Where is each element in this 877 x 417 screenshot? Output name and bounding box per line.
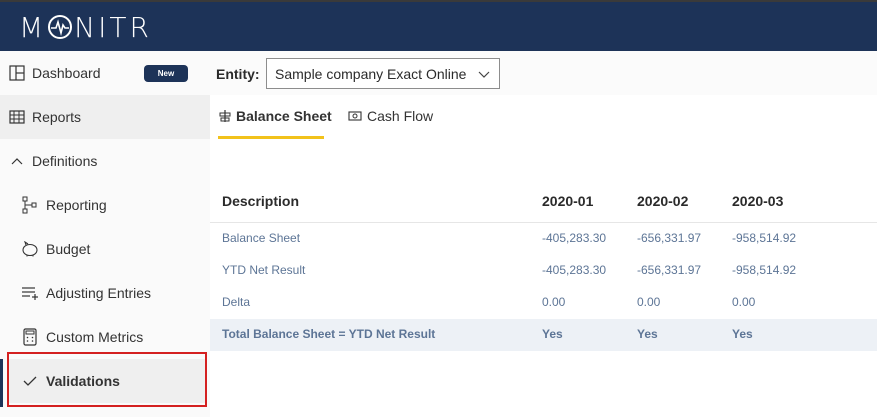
tab-label: Balance Sheet [236,108,332,124]
top-bar: M NITR [0,0,877,51]
column-header-2020-03[interactable]: 2020-03 [732,193,783,209]
tab-balance-sheet[interactable]: Balance Sheet [219,108,332,124]
piggy-bank-icon [21,240,39,258]
sidebar-item-dashboard[interactable]: Dashboard New [0,51,210,95]
table-cell: -958,514.92 [732,231,797,245]
table-cell: Total Balance Sheet = YTD Net Result [222,327,436,341]
table-cell: Yes [637,327,658,341]
list-add-icon [21,284,39,302]
sidebar-item-label: Dashboard [32,65,101,81]
monitr-logo[interactable]: M NITR [19,10,152,44]
balance-icon [219,109,231,123]
table-cell: YTD Net Result [222,263,306,277]
tab-label: Cash Flow [367,108,434,124]
logo-letter-m: M [19,10,47,44]
table-cell: -405,283.30 [542,263,607,277]
sidebar-item-label: Custom Metrics [46,329,144,345]
table-cell: -405,283.30 [542,231,607,245]
money-icon [348,110,362,122]
sidebar-item-reporting[interactable]: Reporting [0,183,210,227]
hierarchy-icon [21,196,39,214]
sidebar-item-definitions[interactable]: Definitions [0,139,210,183]
sidebar-item-adjusting-entries[interactable]: Adjusting Entries [0,271,210,315]
sidebar-item-budget[interactable]: Budget [0,227,210,271]
sidebar-item-label: Reporting [46,197,107,213]
entity-select[interactable]: Sample company Exact Online [266,58,500,89]
active-item-indicator [0,359,3,407]
sidebar-item-label: Budget [46,241,91,257]
logo-letters-nitr: NITR [74,10,152,44]
table-cell: Yes [542,327,563,341]
tab-cash-flow[interactable]: Cash Flow [348,108,433,124]
new-badge: New [144,65,188,82]
table-cell: 0.00 [732,295,756,309]
active-tab-indicator [218,136,324,139]
sidebar-item-reports[interactable]: Reports [0,95,210,139]
sidebar-item-label: Adjusting Entries [46,285,152,301]
column-header-2020-01[interactable]: 2020-01 [542,193,593,209]
chevron-down-icon [477,67,491,84]
table-cell: 0.00 [637,295,661,309]
dashboard-icon [8,64,26,82]
calculator-icon [21,328,39,346]
table-cell: Delta [222,295,251,309]
logo-pulse-icon [48,15,73,39]
table-icon [8,108,26,126]
selection-highlight [7,352,207,407]
header-divider [210,222,877,223]
column-header-description[interactable]: Description [222,193,299,209]
table-cell: Yes [732,327,753,341]
sidebar-item-label: Definitions [32,153,98,169]
table-cell: -656,331.97 [637,231,702,245]
chevron-up-icon [8,152,26,170]
entity-label: Entity: [216,66,260,82]
entity-bar: Entity: Sample company Exact Online [210,51,877,95]
table-cell: Balance Sheet [222,231,301,245]
table-cell: -958,514.92 [732,263,797,277]
table-cell: 0.00 [542,295,566,309]
sidebar-item-label: Reports [32,109,82,125]
column-header-2020-02[interactable]: 2020-02 [637,193,688,209]
entity-select-value: Sample company Exact Online [275,65,467,82]
table-cell: -656,331.97 [637,263,702,277]
